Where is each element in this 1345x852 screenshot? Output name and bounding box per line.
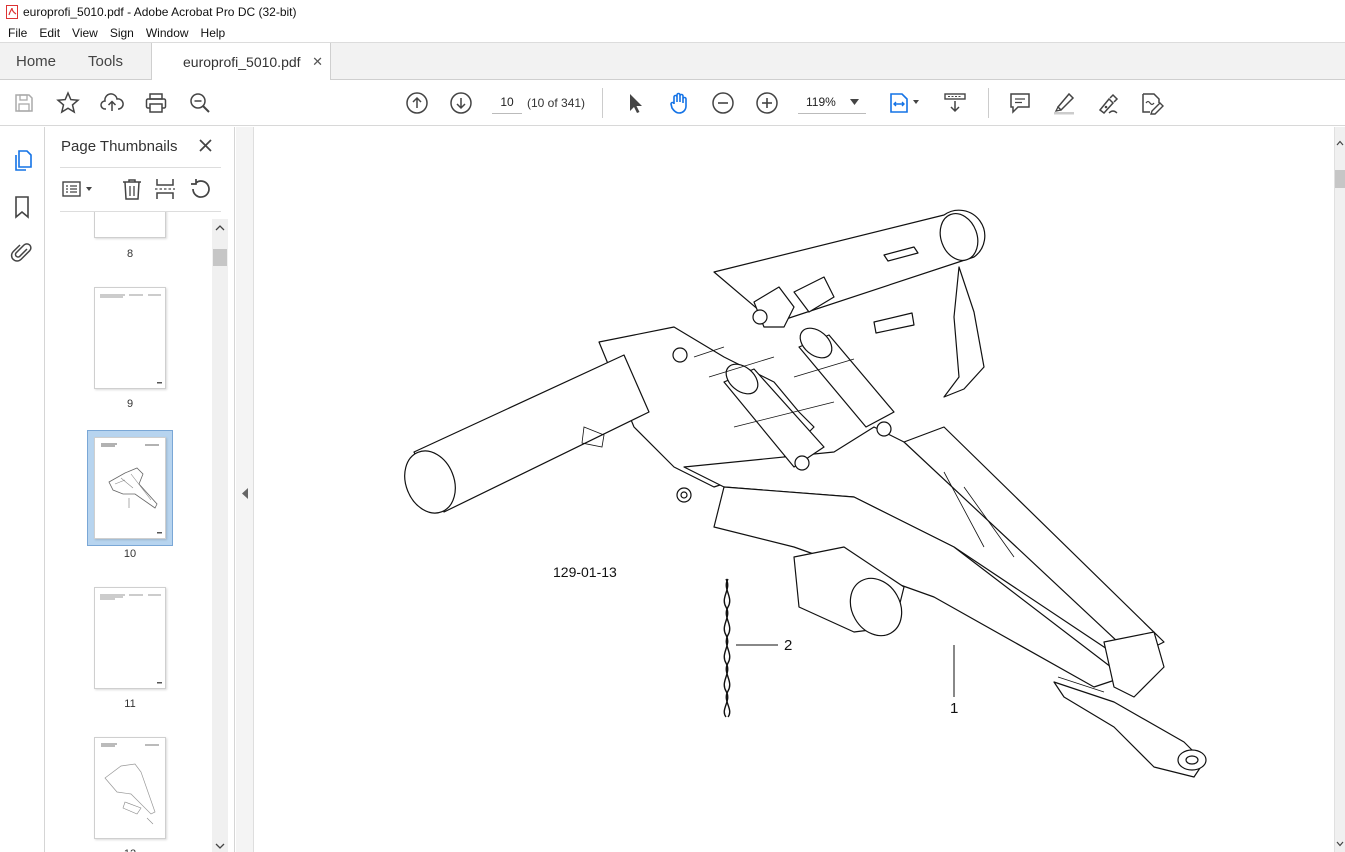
doc-scroll-up-icon[interactable] (1335, 137, 1345, 149)
hand-icon[interactable] (667, 91, 691, 115)
tab-home[interactable]: Home (16, 43, 56, 80)
thumbnail-page-11[interactable] (94, 587, 166, 689)
tab-bar: Home Tools europrofi_5010.pdf ✕ (0, 43, 1345, 81)
scroll-up-icon[interactable] (212, 220, 228, 234)
toolbar-divider (602, 88, 603, 118)
menu-file[interactable]: File (8, 26, 27, 40)
left-nav-rail (0, 127, 45, 852)
page-number-input[interactable]: 10 (492, 90, 522, 114)
page-count: (10 of 341) (527, 96, 586, 110)
tab-tools[interactable]: Tools (88, 43, 123, 80)
panel-divider (60, 167, 221, 168)
toolbar-divider (988, 88, 989, 118)
thumbnail-page-8[interactable] (94, 212, 166, 238)
menu-edit[interactable]: Edit (39, 26, 60, 40)
highlight-icon[interactable] (1052, 91, 1076, 115)
parts-illustration (404, 209, 1207, 778)
scroll-mode-icon[interactable] (943, 91, 967, 115)
thumbnail-scrollbar[interactable] (212, 219, 228, 852)
menu-bar: File Edit View Sign Window Help (0, 23, 1345, 43)
page-up-icon[interactable] (405, 91, 429, 115)
upload-icon[interactable] (100, 91, 124, 115)
thumbnail-label: 9 (126, 398, 134, 410)
thumbnail-page-9[interactable] (94, 287, 166, 389)
thumbnail-list: 8 9 10 11 12 (60, 212, 212, 852)
menu-sign[interactable]: Sign (110, 26, 134, 40)
thumbnail-label: 12 (60, 848, 200, 852)
doc-scroll-down-icon[interactable] (1335, 838, 1345, 850)
callout-1: 1 (950, 700, 959, 717)
scroll-down-icon[interactable] (212, 839, 228, 852)
thumbnail-options-icon[interactable] (60, 177, 96, 201)
attachment-icon[interactable] (10, 240, 34, 264)
delete-icon[interactable] (120, 177, 144, 201)
fill-sign-icon[interactable] (1140, 91, 1164, 115)
thumbnail-page-12[interactable] (94, 737, 166, 839)
callout-2: 2 (784, 637, 793, 654)
title-bar: europrofi_5010.pdf - Adobe Acrobat Pro D… (0, 0, 1345, 23)
document-scrollbar-thumb[interactable] (1335, 170, 1345, 188)
tab-document-label: europrofi_5010.pdf (183, 54, 301, 70)
extract-pages-icon[interactable] (153, 177, 177, 201)
select-arrow-icon[interactable] (623, 91, 647, 115)
document-scrollbar[interactable] (1334, 127, 1345, 852)
thumbnail-scrollbar-thumb[interactable] (213, 249, 227, 266)
page-fit-icon[interactable] (888, 91, 922, 115)
rotate-icon[interactable] (188, 177, 212, 201)
acrobat-logo-icon (6, 4, 18, 19)
window-title: europrofi_5010.pdf - Adobe Acrobat Pro D… (23, 4, 297, 19)
close-icon[interactable] (198, 138, 213, 153)
document-page[interactable] (254, 127, 1334, 852)
thumbnail-label: 11 (124, 698, 136, 710)
page-thumbnails-icon[interactable] (11, 148, 35, 172)
sign-icon[interactable] (1096, 91, 1120, 115)
panel-title: Page Thumbnails (61, 138, 178, 155)
comment-icon[interactable] (1008, 91, 1032, 115)
thumbnail-label: 8 (126, 248, 134, 260)
chevron-down-icon[interactable] (850, 99, 859, 105)
tab-document[interactable]: europrofi_5010.pdf ✕ (151, 43, 331, 81)
menu-window[interactable]: Window (146, 26, 189, 40)
menu-view[interactable]: View (72, 26, 98, 40)
zoom-in-icon[interactable] (755, 91, 779, 115)
collapse-panel-icon[interactable] (237, 486, 253, 500)
page-down-icon[interactable] (449, 91, 473, 115)
menu-help[interactable]: Help (201, 26, 226, 40)
thumbnail-label: 10 (123, 548, 137, 560)
print-icon[interactable] (144, 91, 168, 115)
zoom-search-icon[interactable] (188, 91, 212, 115)
thumbnail-page-10[interactable] (94, 437, 166, 539)
zoom-out-icon[interactable] (711, 91, 735, 115)
figure-code: 129-01-13 (553, 564, 617, 580)
close-tab-icon[interactable]: ✕ (312, 54, 323, 70)
bookmark-icon[interactable] (10, 195, 34, 219)
bookmark-star-icon[interactable] (56, 91, 80, 115)
save-icon[interactable] (12, 91, 36, 115)
